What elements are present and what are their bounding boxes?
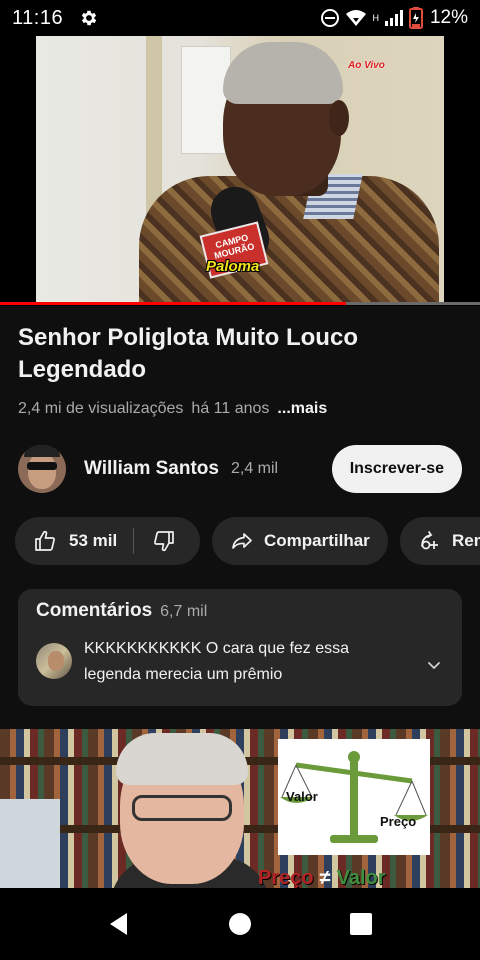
wifi-icon [346,10,367,26]
comments-card[interactable]: Comentários 6,7 mil KKKKKKKKKKK O cara q… [18,589,462,706]
more-link[interactable]: ...mais [277,400,327,417]
action-bar: 53 mil Compartilhar Remix [15,517,480,565]
avatar-glasses [27,462,57,470]
video-player[interactable]: CAMPO MOURÃO Ao Vivo Paloma [0,36,480,306]
thumbnail-window [0,799,60,888]
channel-avatar[interactable] [18,445,66,493]
video-title[interactable]: Senhor Poliglota Muito Louco Legendado [18,322,458,386]
top-comment-text: KKKKKKKKKKK O cara que fez essa legenda … [84,640,350,683]
channel-name[interactable]: William Santos [84,458,219,480]
thumbs-up-icon [35,530,55,551]
comments-title: Comentários [36,600,153,621]
scale-logo: Valor Preço [278,739,430,855]
thumbnail-person-hair [116,733,248,785]
logo-valor-label: Valor [286,789,318,804]
video-scene-ear [329,100,349,136]
like-button[interactable]: 53 mil [15,517,117,565]
remix-label: Remix [452,531,480,550]
like-count: 53 mil [69,531,118,550]
battery-icon [408,7,423,29]
settings-gear-icon [81,10,97,26]
thumbnail-glasses [132,795,232,821]
share-label: Compartilhar [264,531,370,550]
video-frame: CAMPO MOURÃO Ao Vivo Paloma [36,36,444,302]
logo-preco-label: Preço [380,814,417,829]
remix-icon [421,531,438,550]
network-type: H [372,13,379,23]
recents-icon[interactable] [347,910,375,938]
upload-age: há 11 anos [191,400,270,417]
back-icon[interactable] [105,910,133,938]
banner-right: Valor [336,867,386,888]
navigation-bar [0,888,480,960]
subscribe-button[interactable]: Inscrever-se [331,445,462,493]
next-video-thumbnail[interactable]: Valor Preço Preço ≠ Valor [0,729,480,888]
progress-fill [0,302,346,305]
commenter-avatar [36,643,72,679]
comments-header: Comentários 6,7 mil [36,600,207,622]
avatar-face [28,453,56,489]
banner-symbol: ≠ [319,867,331,888]
like-dislike-chip: 53 mil [15,517,200,565]
status-time: 11:16 [12,6,64,29]
video-caption: Paloma [206,258,260,275]
commenter-avatar-face [48,651,64,671]
comments-count: 6,7 mil [160,603,208,620]
view-count: 2,4 mi de visualizações [18,400,184,417]
subscriber-count: 2,4 mil [230,460,279,477]
battery-percent: 12% [429,7,468,28]
home-icon[interactable] [226,910,254,938]
avatar-cap [24,445,60,457]
share-arrow-icon [232,533,252,549]
remix-button[interactable]: Remix [400,517,480,565]
status-bar: 11:16 H 12% [0,0,480,36]
banner-left: Preço [258,867,314,888]
share-button[interactable]: Compartilhar [212,517,388,565]
chevron-down-icon[interactable] [422,653,446,677]
video-scene-hair [223,42,343,104]
progress-bar[interactable] [0,302,480,305]
dislike-button[interactable] [134,517,176,565]
dnd-icon [321,9,340,27]
status-icons: H 12% [320,7,468,29]
thumbs-down-icon [154,531,175,552]
video-meta[interactable]: 2,4 mi de visualizações há 11 anos ...mais [18,400,327,418]
channel-row: William Santos 2,4 mil Inscrever-se [18,444,462,494]
signal-icon [384,10,403,26]
thumbnail-banner: Preço ≠ Valor [258,867,386,888]
live-tag: Ao Vivo [348,60,385,71]
